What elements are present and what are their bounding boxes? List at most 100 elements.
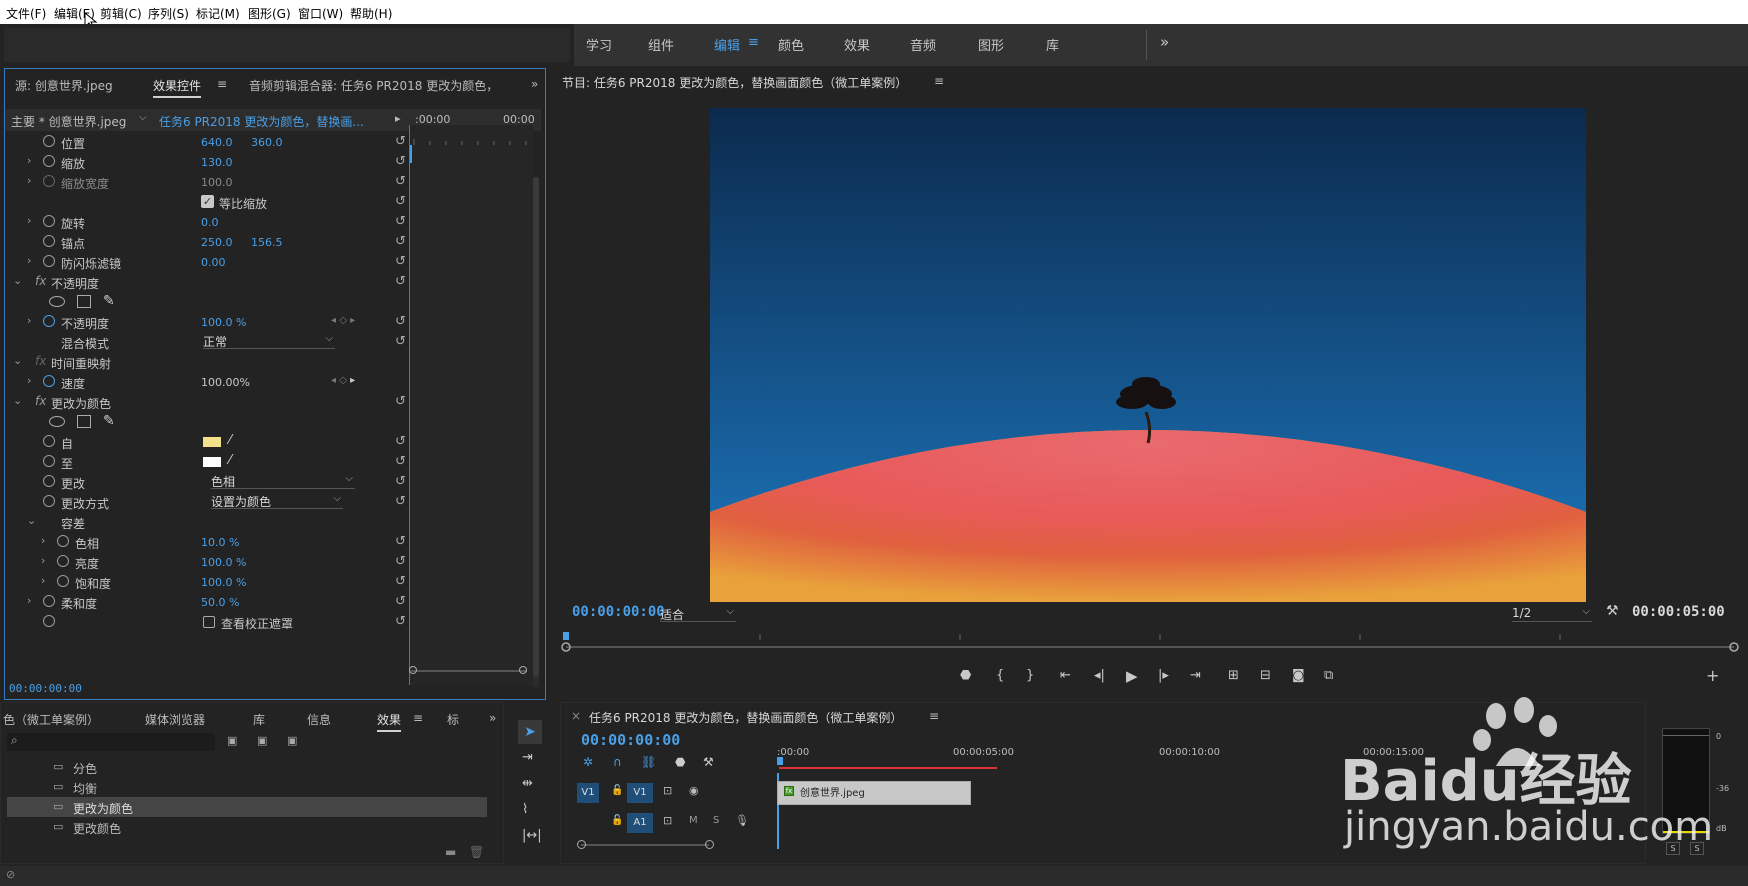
workspace-tab-assembly[interactable]: 组件 (648, 35, 674, 54)
menu-clip[interactable]: 剪辑(C) (100, 5, 142, 22)
collapse-chevron-icon[interactable]: ⌄ (27, 514, 36, 527)
tab-source[interactable]: 源: 创意世界.jpeg (15, 77, 113, 94)
menu-marker[interactable]: 标记(M) (196, 5, 240, 22)
fx-badge-icon[interactable]: fx (35, 354, 46, 368)
change-dropdown[interactable]: 色相 ⌵ (211, 473, 355, 489)
effect-controls-scrollbar[interactable] (533, 177, 539, 687)
workspace-tab-color[interactable]: 颜色 (778, 35, 804, 54)
wrench-icon[interactable]: ⚒ (1606, 603, 1619, 619)
workspace-tab-audio[interactable]: 音频 (910, 35, 936, 54)
tab-effects[interactable]: 效果 (377, 711, 402, 732)
go-to-in-icon[interactable]: ⇤ (1060, 668, 1071, 683)
reset-icon[interactable]: ↺ (395, 334, 406, 349)
to-color-swatch[interactable] (203, 457, 221, 467)
trash-icon[interactable]: 🗑 (469, 845, 484, 859)
timeline-ruler[interactable]: :00:00 00:00:05:00 00:00:10:00 00:00:15:… (777, 743, 1641, 777)
scale-value[interactable]: 130.0 (201, 156, 233, 169)
program-scrubber[interactable] (560, 632, 1740, 654)
pen-mask-icon[interactable]: ✎ (103, 293, 115, 309)
source-patch-v1[interactable]: V1 (577, 783, 599, 803)
ripple-edit-tool-icon[interactable]: ⇹ (522, 776, 533, 791)
snap-icon[interactable]: ∩ (613, 755, 622, 769)
stopwatch-icon[interactable] (43, 435, 55, 447)
panel-menu-icon[interactable]: ≡ (934, 74, 944, 88)
tab-media-browser[interactable]: 媒体浏览器 (145, 711, 205, 728)
play-triangle-icon[interactable]: ▸ (395, 112, 401, 125)
selection-tool-icon[interactable]: ➤ (518, 720, 542, 744)
tabs-overflow-icon[interactable]: » (489, 711, 496, 725)
rectangle-mask-icon[interactable] (77, 415, 91, 428)
workspace-tab-graphics[interactable]: 图形 (978, 35, 1004, 54)
linked-selection-icon[interactable]: ⛓ (641, 755, 656, 769)
eyedropper-icon[interactable]: ⁄ (229, 453, 231, 468)
anchor-y-value[interactable]: 156.5 (251, 236, 283, 249)
stopwatch-icon[interactable] (43, 215, 55, 227)
expand-chevron-icon[interactable]: › (41, 574, 45, 587)
expand-chevron-icon[interactable]: › (27, 214, 31, 227)
close-icon[interactable]: × (571, 709, 581, 723)
collapse-chevron-icon[interactable]: ⌄ (13, 394, 22, 407)
solo-left-button[interactable]: S (1666, 842, 1680, 855)
export-frame-icon[interactable]: ◙ (1292, 668, 1305, 683)
expand-chevron-icon[interactable]: › (27, 254, 31, 267)
stopwatch-icon[interactable] (43, 155, 55, 167)
stopwatch-icon[interactable] (43, 455, 55, 467)
tab-audio-clip-mixer[interactable]: 音频剪辑混合器: 任务6 PR2018 更改为颜色， (249, 77, 498, 94)
panel-menu-icon[interactable]: ≡ (413, 711, 423, 725)
reset-icon[interactable]: ↺ (395, 434, 406, 449)
stopwatch-icon[interactable] (43, 255, 55, 267)
menu-window[interactable]: 窗口(W) (298, 5, 343, 22)
playhead-icon[interactable] (777, 757, 783, 765)
stopwatch-icon[interactable] (43, 495, 55, 507)
reset-icon[interactable]: ↺ (395, 534, 406, 549)
effect-controls-timecode[interactable]: 00:00:00:00 (9, 682, 82, 695)
fx-badge-icon[interactable]: fx (35, 274, 46, 288)
slip-tool-icon[interactable]: |↔| (522, 828, 542, 843)
workspace-menu-icon[interactable]: ≡ (748, 35, 759, 50)
position-y-value[interactable]: 360.0 (251, 136, 283, 149)
rectangle-mask-icon[interactable] (77, 295, 91, 308)
go-to-out-icon[interactable]: ⇥ (1190, 668, 1201, 683)
expand-chevron-icon[interactable]: › (27, 174, 31, 187)
change-by-dropdown[interactable]: 设置为颜色 ⌵ (211, 493, 343, 509)
rotation-value[interactable]: 0.0 (201, 216, 219, 229)
new-bin-icon[interactable]: ▬ (445, 845, 456, 859)
menu-help[interactable]: 帮助(H) (350, 5, 392, 22)
workspace-overflow-icon[interactable]: » (1160, 33, 1169, 51)
menu-sequence[interactable]: 序列(S) (148, 5, 189, 22)
stopwatch-icon[interactable] (43, 595, 55, 607)
reset-icon[interactable]: ↺ (395, 474, 406, 489)
sync-lock-icon[interactable]: ⊡ (663, 814, 672, 827)
add-marker-icon[interactable]: ⬣ (960, 668, 971, 683)
tab-markers[interactable]: 标 (447, 711, 459, 728)
add-marker-icon[interactable]: ⬣ (675, 755, 685, 769)
mark-out-icon[interactable]: } (1026, 668, 1034, 683)
stopwatch-icon[interactable] (43, 375, 55, 387)
sync-lock-icon[interactable]: ⊡ (663, 784, 672, 797)
stopwatch-icon[interactable] (43, 615, 55, 627)
reset-icon[interactable]: ↺ (395, 154, 406, 169)
reset-icon[interactable]: ↺ (395, 494, 406, 509)
lightness-value[interactable]: 100.0 % (201, 556, 246, 569)
stopwatch-icon[interactable] (43, 235, 55, 247)
play-icon[interactable]: ▶ (1126, 667, 1138, 685)
track-select-tool-icon[interactable]: ⇥ (522, 750, 533, 765)
reset-icon[interactable]: ↺ (395, 214, 406, 229)
view-mask-checkbox[interactable] (203, 616, 215, 628)
extract-icon[interactable]: ⊟ (1260, 668, 1271, 683)
anchor-x-value[interactable]: 250.0 (201, 236, 233, 249)
nest-sequence-icon[interactable]: ✲ (583, 755, 593, 769)
reset-icon[interactable]: ↺ (395, 194, 406, 209)
solo-track-button[interactable]: S (713, 815, 719, 826)
collapse-chevron-icon[interactable]: ⌄ (13, 354, 22, 367)
timeline-settings-icon[interactable]: ⚒ (703, 755, 714, 769)
keyframe-zoom-bar[interactable] (409, 666, 529, 674)
position-x-value[interactable]: 640.0 (201, 136, 233, 149)
step-forward-icon[interactable]: |▸ (1158, 668, 1169, 683)
tabs-overflow-icon[interactable]: » (531, 77, 538, 91)
saturation-value[interactable]: 100.0 % (201, 576, 246, 589)
stopwatch-icon[interactable] (57, 555, 69, 567)
solo-right-button[interactable]: S (1690, 842, 1704, 855)
workspace-tab-editing[interactable]: 编辑 (714, 35, 740, 54)
stopwatch-icon[interactable] (43, 475, 55, 487)
